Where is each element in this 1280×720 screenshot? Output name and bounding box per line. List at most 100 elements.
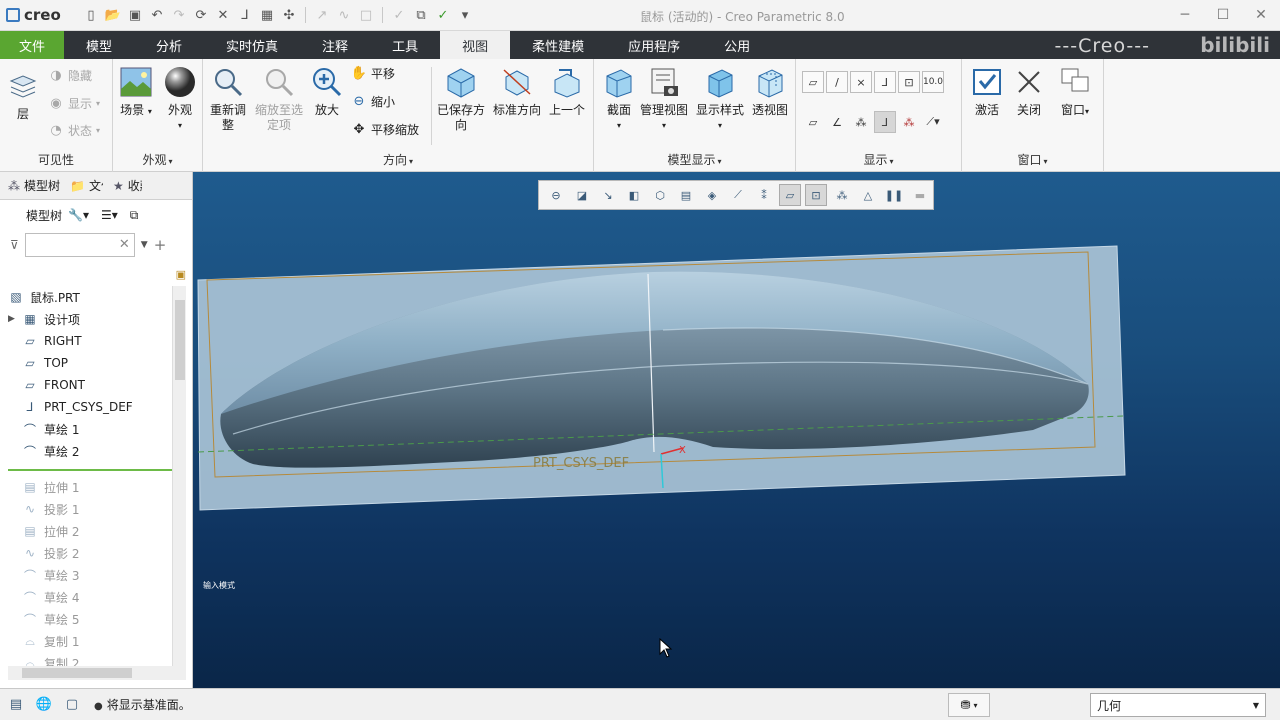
close-window-icon[interactable]: ✕ bbox=[214, 6, 232, 24]
maximize-icon[interactable]: ☐ bbox=[1204, 0, 1242, 30]
scene-button[interactable]: 场景 ▾ bbox=[119, 65, 153, 119]
check-gray-icon[interactable]: ✓ bbox=[390, 6, 408, 24]
close-icon[interactable]: ✕ bbox=[1242, 0, 1280, 30]
manage-views-button[interactable]: 管理视图 ▾ bbox=[640, 65, 688, 133]
tree-vertical-scrollbar[interactable] bbox=[172, 286, 186, 666]
layer-button[interactable]: 层 bbox=[6, 69, 40, 122]
display-style-view-icon[interactable]: ◈ bbox=[701, 184, 723, 206]
zoom-window-icon[interactable]: ◪ bbox=[571, 184, 593, 206]
pan-zoom-button[interactable]: ✥ 平移缩放 bbox=[351, 121, 419, 138]
tree-item-suppressed[interactable]: ⌒ 草绘 5 bbox=[8, 608, 172, 630]
tab-0[interactable]: 文件 bbox=[0, 31, 64, 59]
tab-1[interactable]: 模型 bbox=[64, 31, 134, 59]
expand-icon[interactable]: ▶ bbox=[8, 314, 16, 324]
tree-item-suppressed[interactable]: ∿ 投影 2 bbox=[8, 542, 172, 564]
scroll-thumb[interactable] bbox=[22, 668, 132, 678]
tab-5[interactable]: 工具 bbox=[370, 31, 440, 59]
stop-icon[interactable]: ▬ bbox=[909, 184, 931, 206]
search-dropdown-icon[interactable]: ▼ bbox=[141, 240, 148, 250]
plane-tag-button[interactable]: ▱ bbox=[802, 111, 824, 133]
new-icon[interactable]: ▯ bbox=[82, 6, 100, 24]
browser-icon[interactable]: 🌐 bbox=[32, 694, 56, 716]
more-display-button[interactable]: ⟋▾ bbox=[922, 111, 944, 133]
csys-display-toggle[interactable]: ⅃ bbox=[874, 71, 896, 93]
spin-center-view-icon[interactable]: ⁂ bbox=[831, 184, 853, 206]
scroll-thumb[interactable] bbox=[175, 300, 185, 380]
status-button[interactable]: ◔ 状态 ▾ bbox=[48, 122, 100, 139]
appearance-button[interactable]: 外观 ▾ bbox=[163, 65, 197, 133]
minimize-icon[interactable]: ─ bbox=[1166, 0, 1204, 30]
tab-8[interactable]: 应用程序 bbox=[606, 31, 702, 59]
box-icon[interactable]: □ bbox=[357, 6, 375, 24]
repaint-icon[interactable]: ◧ bbox=[623, 184, 645, 206]
undo-icon[interactable]: ↶ bbox=[148, 6, 166, 24]
zoom-to-selected-button[interactable]: 缩放至选定项 bbox=[253, 65, 305, 133]
tab-2[interactable]: 分析 bbox=[134, 31, 204, 59]
spin-center-button[interactable]: ⁂ bbox=[898, 111, 920, 133]
tree-item-suppressed[interactable]: ⌒ 草绘 3 bbox=[8, 564, 172, 586]
accept-icon[interactable]: ✓ bbox=[434, 6, 452, 24]
full-screen-icon[interactable]: ▢ bbox=[60, 694, 84, 716]
decimal-display-toggle[interactable]: 10.0 bbox=[922, 71, 944, 93]
zoom-in-button[interactable]: 放大 bbox=[310, 65, 344, 118]
toggle-navigator-icon[interactable]: ▤ bbox=[4, 694, 28, 716]
tab-7[interactable]: 柔性建模 bbox=[510, 31, 606, 59]
tree-item[interactable]: ▱ FRONT bbox=[8, 374, 172, 396]
tree-display-icon[interactable]: ☰▾ bbox=[101, 208, 118, 222]
tree-item[interactable]: ▧ 鼠标.PRT bbox=[8, 286, 172, 308]
tree-item[interactable]: ⌒ 草绘 1 bbox=[8, 418, 172, 440]
tree-settings-icon[interactable]: 🔧▾ bbox=[68, 208, 89, 222]
point-tag-button[interactable]: ⁂ bbox=[850, 111, 872, 133]
tree-item[interactable]: ⌒ 草绘 2 bbox=[8, 440, 172, 462]
save-icon[interactable]: ▣ bbox=[126, 6, 144, 24]
plane-display-view-icon[interactable]: ▱ bbox=[779, 184, 801, 206]
windows-button[interactable]: 窗口▾ bbox=[1058, 65, 1092, 119]
tab-model-tree[interactable]: ⁂ 模型树 bbox=[8, 177, 60, 194]
axis-tag-button[interactable]: ∠ bbox=[826, 111, 848, 133]
previous-orientation-button[interactable]: 上一个 bbox=[549, 65, 585, 118]
regenerate-icon[interactable]: ⟳ bbox=[192, 6, 210, 24]
datum-icon[interactable]: ▦ bbox=[258, 6, 276, 24]
standard-orientation-button[interactable]: 标准方向 bbox=[493, 65, 541, 118]
section-button[interactable]: 截面 ▾ bbox=[602, 65, 636, 133]
axis-display-toggle[interactable]: / bbox=[826, 71, 848, 93]
section-view-icon[interactable]: ⟋ bbox=[727, 184, 749, 206]
refit-button[interactable]: 重新调整 bbox=[208, 65, 248, 133]
tab-folder-browser[interactable]: 📁文件 bbox=[70, 177, 103, 194]
saved-views-icon[interactable]: ⬡ bbox=[649, 184, 671, 206]
pause-icon[interactable]: ❚❚ bbox=[883, 184, 905, 206]
tree-item[interactable]: ▱ TOP bbox=[8, 352, 172, 374]
tree-item-suppressed[interactable]: ⌓ 复制 1 bbox=[8, 630, 172, 652]
display-style-button[interactable]: 显示样式 ▾ bbox=[696, 65, 744, 133]
refit-view-icon[interactable]: ⊖ bbox=[545, 184, 567, 206]
tree-filter-icon[interactable]: ⧉ bbox=[130, 208, 139, 223]
tree-item-suppressed[interactable]: ▤ 拉伸 2 bbox=[8, 520, 172, 542]
csys-tag-button[interactable]: ⅃ bbox=[874, 111, 896, 133]
annotation-display-toggle[interactable]: ⊡ bbox=[898, 71, 920, 93]
view-manager-icon[interactable]: ▤ bbox=[675, 184, 697, 206]
perspective-button[interactable]: 透视图 bbox=[752, 65, 788, 118]
tree-horizontal-scrollbar[interactable] bbox=[8, 666, 186, 680]
tree-item[interactable]: ▶ ▦ 设计项 bbox=[8, 308, 172, 330]
zoom-out-button[interactable]: ⊖ 缩小 bbox=[351, 93, 395, 110]
plane-display-toggle[interactable]: ▱ bbox=[802, 71, 824, 93]
tree-item[interactable]: ▱ RIGHT bbox=[8, 330, 172, 352]
tab-favorites[interactable]: ★收藏 bbox=[113, 177, 142, 194]
clear-search-icon[interactable]: ✕ bbox=[119, 237, 130, 252]
datum-display-filters-icon[interactable]: ⁑ bbox=[753, 184, 775, 206]
open-icon[interactable]: 📂 bbox=[104, 6, 122, 24]
tab-3[interactable]: 实时仿真 bbox=[204, 31, 300, 59]
tree-item-suppressed[interactable]: ▤ 拉伸 1 bbox=[8, 476, 172, 498]
find-button[interactable]: ⛃ ▾ bbox=[948, 693, 990, 717]
customize-qat-icon[interactable]: ▾ bbox=[456, 6, 474, 24]
select-icon[interactable]: ↗ bbox=[313, 6, 331, 24]
hide-button[interactable]: ◑ 隐藏 bbox=[48, 67, 92, 84]
tree-search-input[interactable]: ✕ bbox=[24, 233, 135, 257]
pan-button[interactable]: ✋ 平移 bbox=[351, 65, 395, 82]
perspective-view-icon[interactable]: △ bbox=[857, 184, 879, 206]
window-switch-icon[interactable]: ⧉ bbox=[412, 6, 430, 24]
spline-icon[interactable]: ∿ bbox=[335, 6, 353, 24]
tree-item-suppressed[interactable]: ⌒ 草绘 4 bbox=[8, 586, 172, 608]
zoom-out-view-icon[interactable]: ↘ bbox=[597, 184, 619, 206]
saved-orientations-button[interactable]: 已保存方向 bbox=[435, 65, 487, 133]
